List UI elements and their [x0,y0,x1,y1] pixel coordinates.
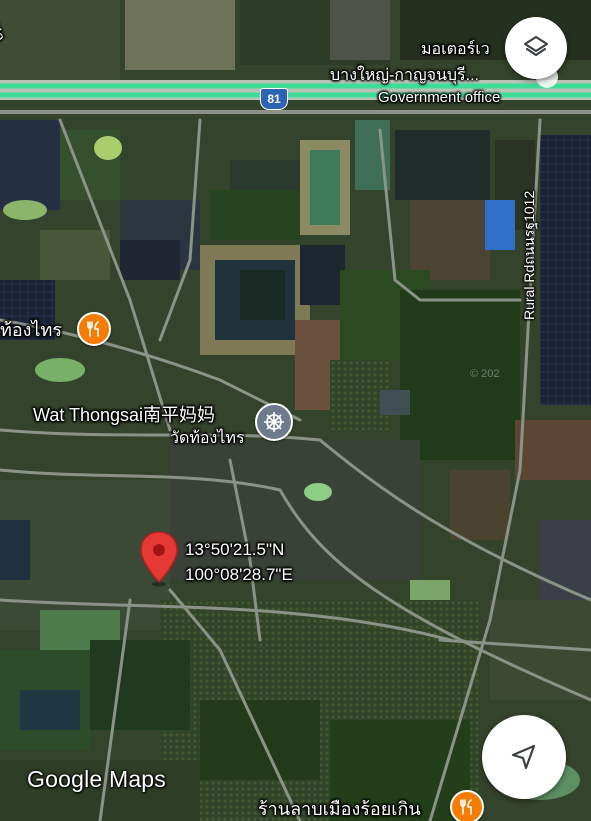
government-office-label-thai-2[interactable]: บางใหญ่-กาญจนบุรี... [330,63,479,88]
navigation-arrow-icon [511,744,536,770]
map-view[interactable]: 81 No มอเตอร์เว บางใหญ่-กาญจนบุรี... Gov… [0,0,591,821]
restaurant-icon[interactable] [77,312,111,346]
fork-knife-icon [87,321,99,337]
government-office-label[interactable]: Government office [378,89,500,106]
my-location-button[interactable] [482,715,566,799]
dropped-pin[interactable] [138,530,180,588]
layers-button[interactable] [505,17,567,79]
pin-latitude[interactable]: 13°50'21.5"N [185,538,284,561]
layers-icon [523,35,549,57]
dharma-wheel-icon [264,412,284,432]
highway-shield-number: 81 [267,92,281,106]
temple-label-thai[interactable]: วัดท้องไทร [170,426,245,451]
temple-icon[interactable] [255,403,293,441]
imagery-watermark: © 202 [470,368,500,380]
highway-shield: 81 [260,88,288,110]
restaurant-label-left[interactable]: ท้องไทร [0,315,62,344]
restaurant-label-bottom[interactable]: ร้านลาบเมืองร้อยเกิน [258,794,421,821]
rural-road-label[interactable]: Rural Rdถนนรฐ1012 [519,191,541,320]
google-maps-logo: Google Maps [27,766,166,792]
pin-longitude[interactable]: 100°08'28.7"E [185,563,293,586]
location-pin-icon [140,531,178,587]
restaurant-icon-bottom[interactable] [450,790,484,821]
fork-knife-icon [460,799,472,815]
government-office-label-thai-1[interactable]: มอเตอร์เว [421,37,490,62]
temple-label[interactable]: Wat Thongsai南平妈妈 [33,401,215,427]
